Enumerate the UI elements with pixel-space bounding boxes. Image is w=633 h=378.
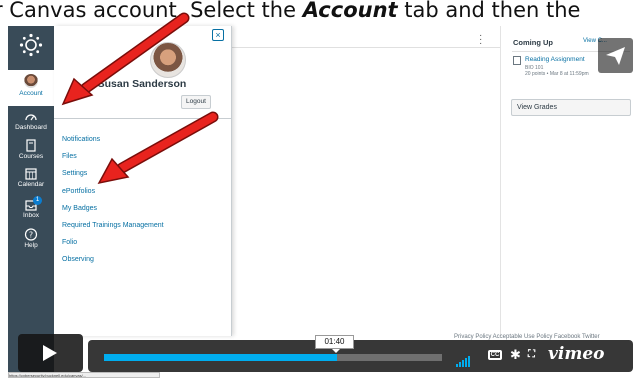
annotation-arrows [61, 12, 219, 185]
status-bar-url: https://cybersecurity.bucknell.edu/canva… [8, 372, 160, 378]
play-icon [43, 345, 57, 361]
volume-icon[interactable] [456, 349, 471, 367]
fullscreen-icon[interactable]: ⛶ [528, 349, 535, 361]
play-button[interactable] [18, 334, 83, 372]
screenshot-stage: { "caption": { "part1": "r Canvas accoun… [0, 0, 633, 378]
time-tooltip: 01:40 [315, 335, 354, 353]
closed-captions-button[interactable]: CC [488, 350, 502, 360]
red-arrow-icon [61, 12, 190, 106]
progress-bar[interactable] [104, 354, 442, 361]
progress-fill [104, 354, 338, 361]
red-arrow-icon [97, 111, 219, 185]
vimeo-logo[interactable]: vimeo [548, 345, 604, 363]
settings-gear-icon[interactable]: ✱ [510, 348, 521, 362]
